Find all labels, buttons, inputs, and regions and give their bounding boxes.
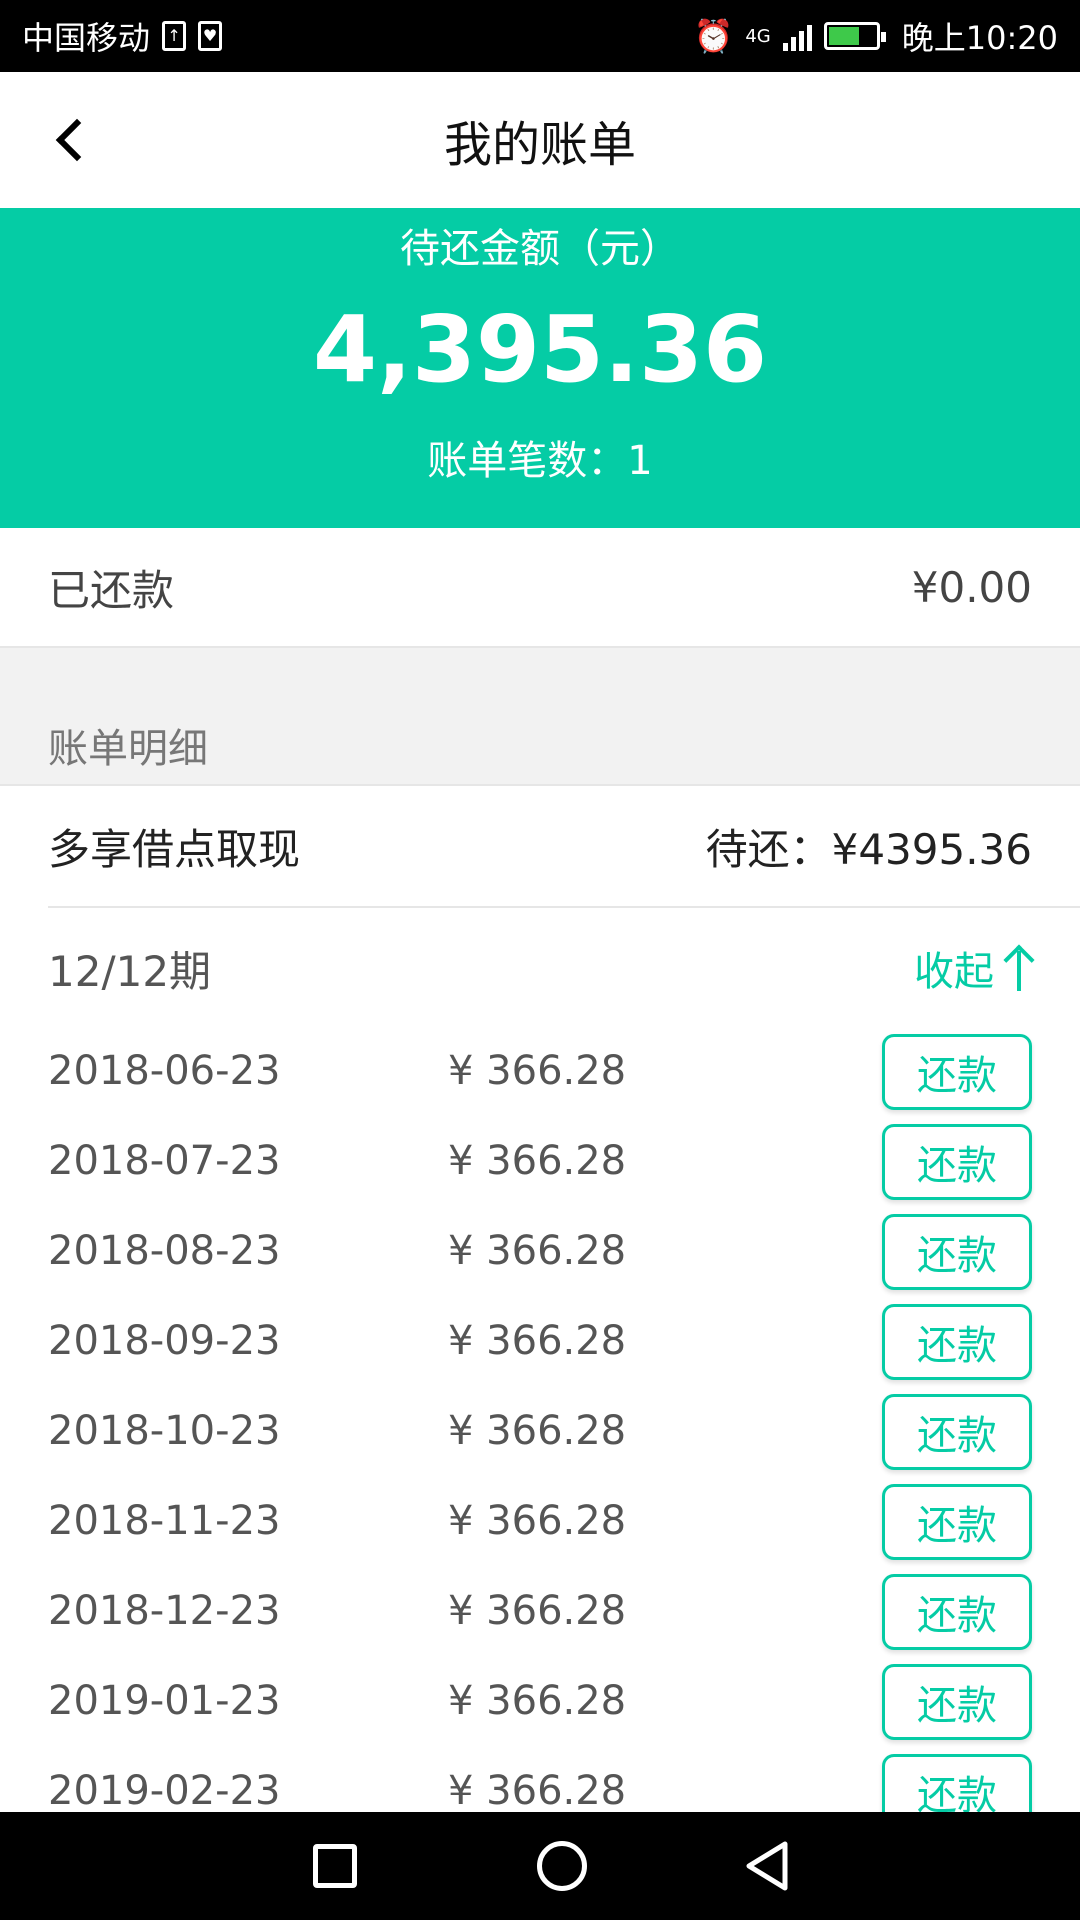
upload-notification-icon: ↑ xyxy=(162,21,187,51)
repay-button[interactable]: 还款 xyxy=(882,1484,1032,1560)
status-right: ⏰ 4G 晚上10:20 xyxy=(694,13,1058,59)
repaid-row: 已还款 ¥0.00 xyxy=(0,528,1080,648)
status-time: 晚上10:20 xyxy=(901,19,1058,57)
circle-icon[interactable] xyxy=(537,1841,587,1891)
details-title: 账单明细 xyxy=(48,726,208,772)
repay-button[interactable]: 还款 xyxy=(882,1394,1032,1470)
repay-button[interactable]: 还款 xyxy=(882,1124,1032,1200)
loan-name: 多享借点取现 xyxy=(48,824,301,874)
system-nav-bar xyxy=(0,1812,1080,1920)
details-section-header: 账单明细 xyxy=(0,648,1080,786)
installment-amount: ¥ 366.28 xyxy=(448,1408,627,1454)
app-bar: 我的账单 xyxy=(0,72,1080,208)
repaid-label: 已还款 xyxy=(48,565,175,615)
installment-row: 2018-07-23 ¥ 366.28 还款 xyxy=(0,1118,1080,1208)
installment-row: 2018-06-23 ¥ 366.28 还款 xyxy=(0,1028,1080,1118)
installment-amount: ¥ 366.28 xyxy=(448,1048,627,1094)
back-chevron-icon xyxy=(55,118,99,162)
arrow-up-icon xyxy=(1003,944,1035,991)
installment-date: 2018-09-23 xyxy=(48,1318,281,1364)
installment-amount: ¥ 366.28 xyxy=(448,1588,627,1634)
installment-amount: ¥ 366.28 xyxy=(448,1678,627,1724)
battery-icon xyxy=(823,22,886,50)
repay-button[interactable]: 还款 xyxy=(882,1664,1032,1740)
square-icon[interactable] xyxy=(313,1844,357,1888)
installment-amount: ¥ 366.28 xyxy=(448,1768,627,1812)
repay-button[interactable]: 还款 xyxy=(882,1304,1032,1380)
network-type: 4G xyxy=(745,25,771,47)
back-button[interactable] xyxy=(44,114,99,166)
installment-amount: ¥ 366.28 xyxy=(448,1318,627,1364)
collapse-label: 收起 xyxy=(914,949,994,995)
loan-row[interactable]: 多享借点取现 待还：¥4395.36 xyxy=(0,786,1080,906)
repay-button[interactable]: 还款 xyxy=(882,1034,1032,1110)
installment-row: 2018-12-23 ¥ 366.28 还款 xyxy=(0,1568,1080,1658)
alarm-icon: ⏰ xyxy=(693,17,734,55)
bill-count: 账单笔数：1 xyxy=(427,438,653,484)
installment-date: 2018-07-23 xyxy=(48,1138,281,1184)
repay-button[interactable]: 还款 xyxy=(882,1574,1032,1650)
pending-amount-value: 4,395.36 xyxy=(313,296,767,403)
installment-amount: ¥ 366.28 xyxy=(448,1138,627,1184)
carrier-label: 中国移动 xyxy=(22,19,151,57)
period-label: 12/12期 xyxy=(48,946,212,996)
loan-due-amount: 待还：¥4395.36 xyxy=(705,824,1032,874)
installment-date: 2018-10-23 xyxy=(48,1408,281,1454)
installment-amount: ¥ 366.28 xyxy=(448,1228,627,1274)
installment-row: 2018-10-23 ¥ 366.28 还款 xyxy=(0,1388,1080,1478)
installment-date: 2018-11-23 xyxy=(48,1498,281,1544)
repay-button[interactable]: 还款 xyxy=(882,1754,1032,1812)
installment-row: 2018-11-23 ¥ 366.28 还款 xyxy=(0,1478,1080,1568)
pending-amount-label: 待还金额（元） xyxy=(400,226,680,272)
installment-amount: ¥ 366.28 xyxy=(448,1498,627,1544)
signal-icon xyxy=(782,21,812,51)
repay-button[interactable]: 还款 xyxy=(882,1214,1032,1290)
period-row: 12/12期 收起 xyxy=(0,908,1080,1028)
status-bar: 中国移动 ↑ ♥ ⏰ 4G 晚上10:20 xyxy=(0,0,1080,72)
status-left: 中国移动 ↑ ♥ xyxy=(22,13,223,59)
collapse-button[interactable]: 收起 xyxy=(914,939,1035,997)
installment-date: 2019-01-23 xyxy=(48,1678,281,1724)
installment-row: 2018-08-23 ¥ 366.28 还款 xyxy=(0,1208,1080,1298)
installment-date: 2018-08-23 xyxy=(48,1228,281,1274)
installment-date: 2019-02-23 xyxy=(48,1768,281,1812)
repaid-value: ¥0.00 xyxy=(911,562,1032,612)
installment-date: 2018-06-23 xyxy=(48,1048,281,1094)
installment-list[interactable]: 2018-06-23 ¥ 366.28 还款 2018-07-23 ¥ 366.… xyxy=(0,1028,1080,1812)
app-notification-icon: ♥ xyxy=(198,21,223,51)
page-title: 我的账单 xyxy=(443,117,636,173)
summary-banner: 待还金额（元） 4,395.36 账单笔数：1 xyxy=(0,208,1080,528)
installment-date: 2018-12-23 xyxy=(48,1588,281,1634)
installment-row: 2019-02-23 ¥ 366.28 还款 xyxy=(0,1748,1080,1812)
installment-row: 2018-09-23 ¥ 366.28 还款 xyxy=(0,1298,1080,1388)
installment-row: 2019-01-23 ¥ 366.28 还款 xyxy=(0,1658,1080,1748)
